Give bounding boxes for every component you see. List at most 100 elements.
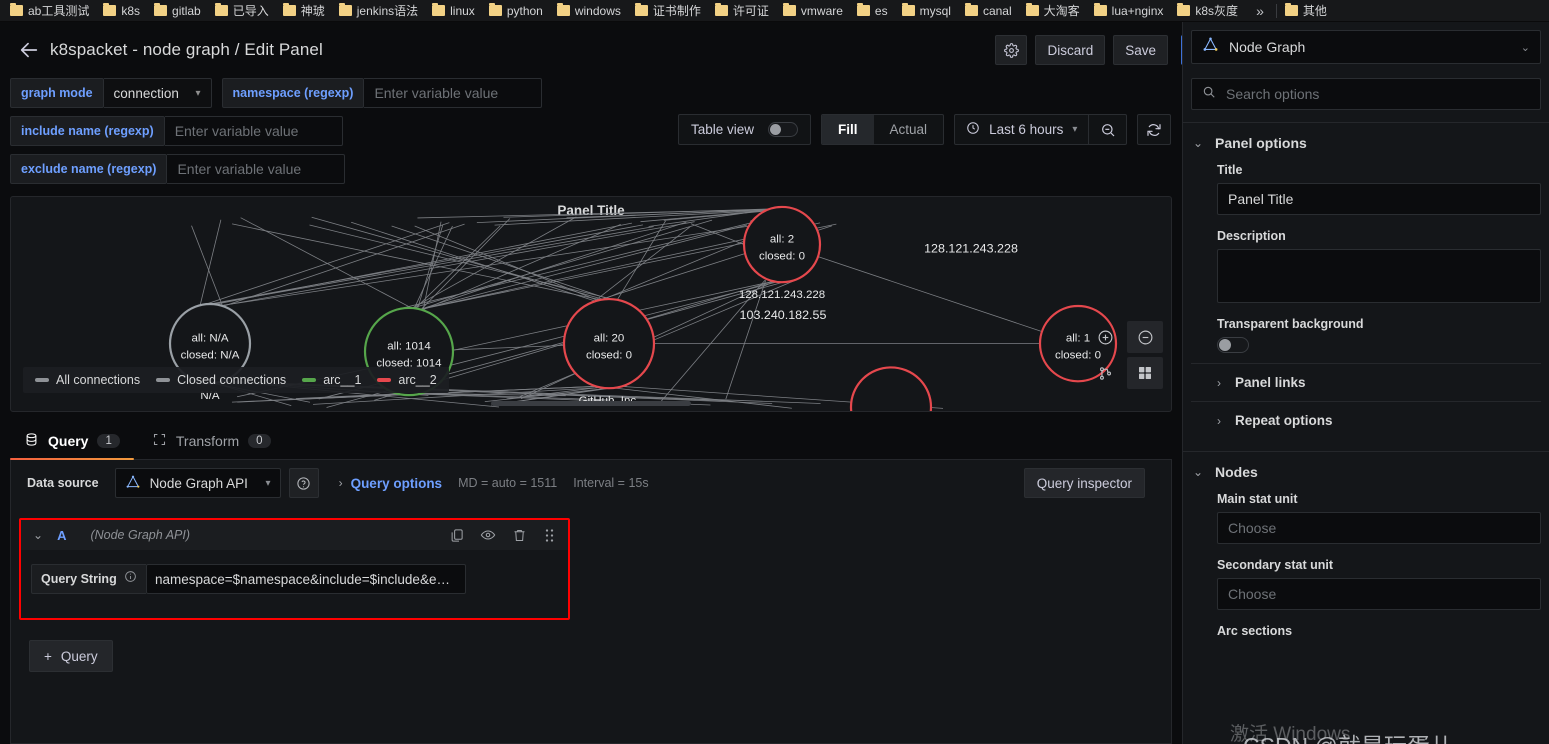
graph-ip-label: 128.121.243.228 <box>924 242 1018 256</box>
search-options-input[interactable] <box>1226 86 1530 102</box>
panel-toolbar: Table view Fill Actual Last 6 hours ▾ <box>678 114 1172 145</box>
bookmark-item[interactable]: 大淘客 <box>1020 1 1088 20</box>
save-button[interactable]: Save <box>1113 35 1168 65</box>
legend-item[interactable]: All connections <box>35 373 140 387</box>
legend-item[interactable]: arc__1 <box>302 373 361 387</box>
datasource-picker[interactable]: Node Graph API ▾ <box>114 468 281 498</box>
namespace-input[interactable]: Enter variable value <box>364 78 543 108</box>
folder-icon <box>103 3 117 16</box>
zoom-out-icon[interactable] <box>1127 321 1163 353</box>
bookmark-item[interactable]: ab工具测试 <box>4 1 97 20</box>
svg-text:all: 2: all: 2 <box>770 234 794 246</box>
legend-item[interactable]: Closed connections <box>156 373 286 387</box>
trash-icon[interactable] <box>512 528 527 543</box>
bookmark-item[interactable]: k8s灰度 <box>1171 1 1246 20</box>
subsection-repeat-options[interactable]: › Repeat options <box>1191 401 1541 439</box>
bookmark-item[interactable]: lua+nginx <box>1088 3 1172 19</box>
section-header-nodes[interactable]: ⌄ Nodes <box>1191 452 1541 488</box>
svg-text:closed: N/A: closed: N/A <box>181 350 240 362</box>
bookmark-item[interactable]: jenkins语法 <box>333 1 426 20</box>
bookmark-item[interactable]: linux <box>426 3 483 19</box>
bookmarks-overflow-button[interactable]: » <box>1246 3 1274 19</box>
bookmark-label: ab工具测试 <box>28 4 90 18</box>
refresh-icon[interactable] <box>1137 114 1172 145</box>
drag-handle-icon[interactable] <box>543 528 556 543</box>
copy-query-icon[interactable] <box>449 528 464 543</box>
chevron-down-icon: ▾ <box>265 477 271 489</box>
add-query-button[interactable]: + Query <box>29 640 113 672</box>
page-title: k8spacket - node graph / Edit Panel <box>50 40 323 59</box>
section-panel-options: ⌄ Panel options Title Panel Title Descri… <box>1183 122 1549 439</box>
info-circle-icon[interactable] <box>124 570 137 588</box>
discard-button[interactable]: Discard <box>1035 35 1106 65</box>
query-options-label: Query options <box>350 475 443 491</box>
legend-swatch <box>35 378 49 382</box>
bookmark-item[interactable]: k8s <box>97 3 148 19</box>
bookmark-item[interactable]: vmware <box>777 3 851 19</box>
graph-mode-select[interactable]: connection ▾ <box>103 78 212 108</box>
actual-option[interactable]: Actual <box>874 115 944 144</box>
time-range-button[interactable]: Last 6 hours ▾ <box>955 115 1088 144</box>
zoom-in-icon[interactable] <box>1087 321 1123 353</box>
layout-graph-icon[interactable] <box>1087 357 1123 389</box>
bookmark-item-other[interactable]: 其他 <box>1279 1 1335 20</box>
include-name-input[interactable]: Enter variable value <box>164 116 343 146</box>
query-inspector-button[interactable]: Query inspector <box>1023 468 1145 498</box>
section-header-panel-options[interactable]: ⌄ Panel options <box>1191 123 1541 159</box>
chevron-down-icon[interactable]: ⌄ <box>29 528 47 542</box>
visualization-picker[interactable]: Node Graph ⌄ <box>1191 30 1541 64</box>
secondary-stat-unit-select[interactable]: Choose <box>1217 578 1541 610</box>
bookmark-item[interactable]: python <box>483 3 551 19</box>
bookmark-label: 其他 <box>1302 4 1327 18</box>
bookmark-item[interactable]: windows <box>551 3 629 19</box>
table-view-switch[interactable] <box>768 122 799 137</box>
bookmark-item[interactable]: 神琥 <box>277 1 333 20</box>
panel-title-input[interactable]: Panel Title <box>1217 183 1541 215</box>
panel-settings-button[interactable] <box>995 35 1028 65</box>
bookmark-label: python <box>506 3 543 18</box>
legend-swatch <box>377 378 392 382</box>
tab-label: Query <box>48 432 89 449</box>
fill-option[interactable]: Fill <box>822 115 874 144</box>
panel-horizontal-scrollbar[interactable] <box>11 398 1171 408</box>
back-arrow-icon[interactable] <box>14 35 44 65</box>
bookmarks-divider <box>1275 3 1277 18</box>
variable-label: exclude name (regexp) <box>10 154 168 184</box>
query-ref-id[interactable]: A <box>57 528 66 543</box>
bookmark-item[interactable]: canal <box>959 3 1020 19</box>
nodegraph-icon <box>1202 36 1219 58</box>
variable-graph-mode: graph mode connection ▾ <box>10 78 212 108</box>
bookmark-item[interactable]: mysql <box>896 3 959 19</box>
query-string-label-box: Query String <box>31 564 146 594</box>
variable-label: graph mode <box>10 78 104 108</box>
table-view-toggle[interactable]: Table view <box>678 114 812 145</box>
tab-query[interactable]: Query 1 <box>10 422 134 460</box>
grid-layout-icon[interactable] <box>1127 357 1163 389</box>
main-stat-unit-select[interactable]: Choose <box>1217 512 1541 544</box>
field-arc-sections: Arc sections <box>1191 620 1541 654</box>
query-string-input[interactable]: namespace=$namespace&include=$include&e… <box>146 564 466 594</box>
graph-node[interactable]: all: 2 closed: 0 128.121.243.228 <box>739 205 825 301</box>
folder-icon <box>214 3 228 16</box>
bookmark-item[interactable]: gitlab <box>148 3 209 19</box>
help-circle-icon[interactable] <box>288 468 319 498</box>
panel-description-textarea[interactable] <box>1217 249 1541 303</box>
bookmark-item[interactable]: es <box>851 3 896 19</box>
legend-label: Closed connections <box>177 373 287 387</box>
subsection-panel-links[interactable]: › Panel links <box>1191 363 1541 401</box>
eye-icon[interactable] <box>480 527 496 543</box>
query-options-toggle[interactable]: › Query options MD = auto = 1511 Interva… <box>339 476 649 491</box>
tab-transform[interactable]: Transform 0 <box>138 422 285 459</box>
legend-item[interactable]: arc__2 <box>377 373 437 387</box>
svg-text:closed: 0: closed: 0 <box>759 250 805 262</box>
bookmark-item[interactable]: 证书制作 <box>629 1 709 20</box>
visualization-panel: Panel Title all: N/A closed: N/A N/A all: 1… <box>10 196 1172 412</box>
exclude-name-input[interactable]: Enter variable value <box>167 154 346 184</box>
bookmark-item[interactable]: 许可证 <box>709 1 777 20</box>
plus-icon: + <box>44 648 52 664</box>
zoom-out-icon[interactable] <box>1088 115 1126 144</box>
search-options-box[interactable] <box>1191 78 1541 110</box>
bookmark-item[interactable]: 已导入 <box>209 1 277 20</box>
transparent-background-toggle[interactable] <box>1217 337 1249 353</box>
graph-legend: All connections Closed connections arc__… <box>23 367 449 393</box>
